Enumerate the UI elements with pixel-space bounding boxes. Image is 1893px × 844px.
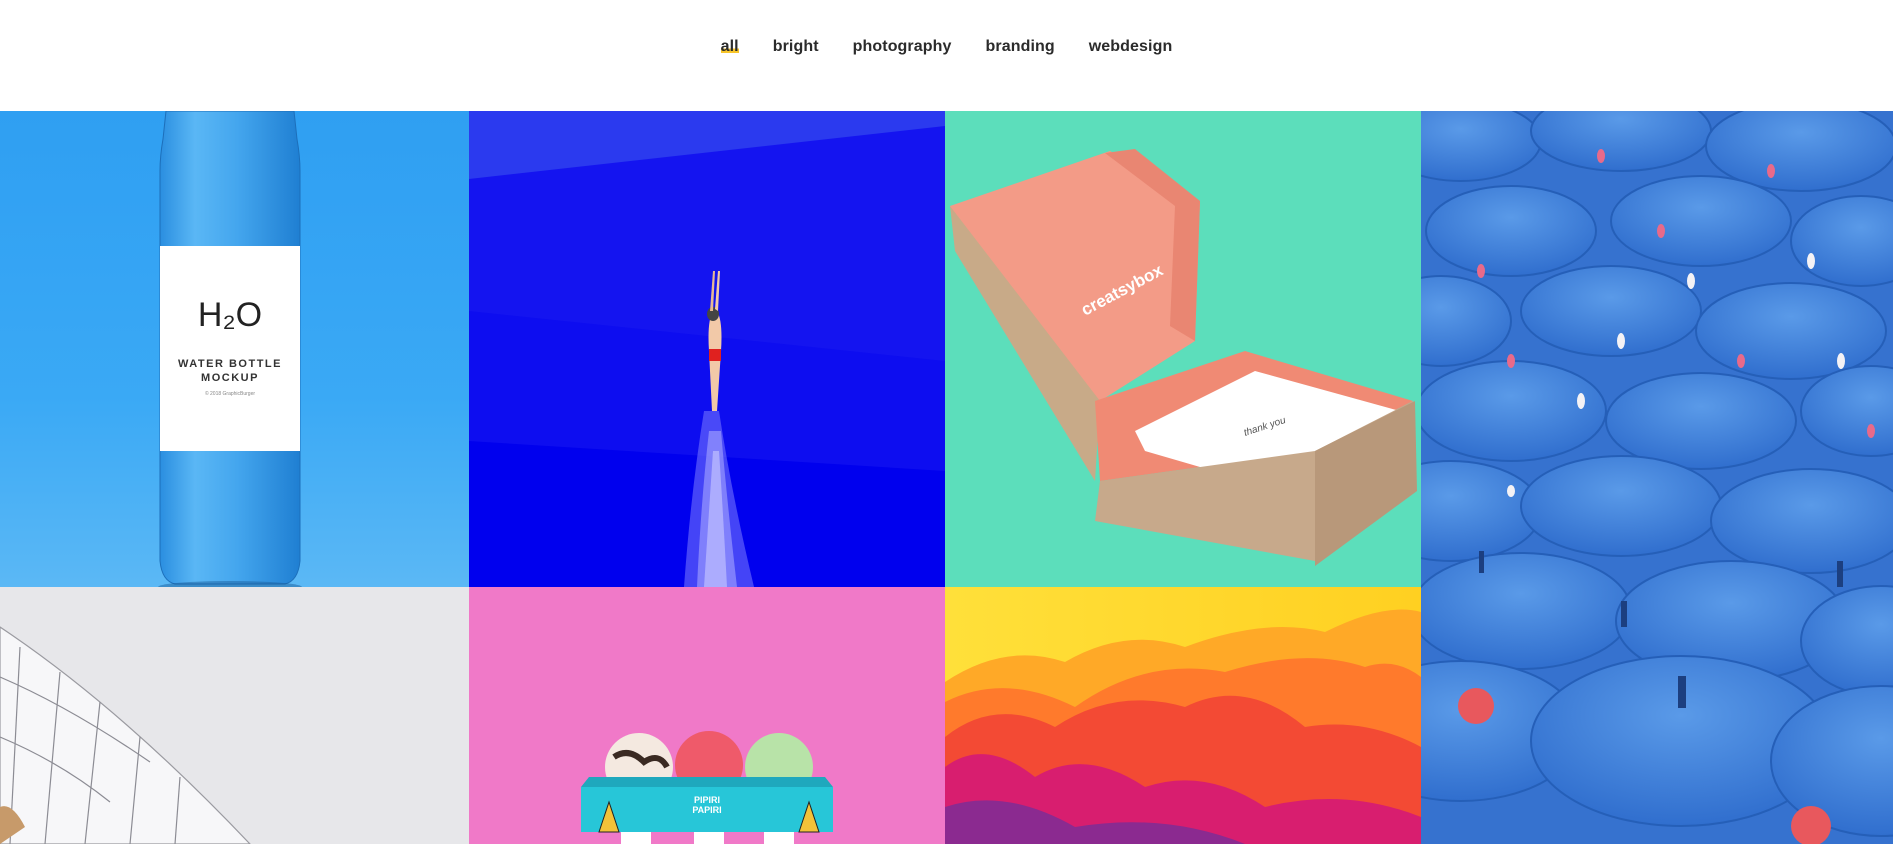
portfolio-item-gradient-mountains[interactable] — [945, 587, 1421, 844]
filter-bright[interactable]: bright — [773, 38, 819, 56]
water-bottle-image: H₂O WATER BOTTLE MOCKUP © 2018 GraphicBu… — [158, 111, 302, 587]
gradient-mountains-image — [945, 587, 1421, 844]
filter-label: all — [720, 38, 739, 55]
bottle-brand: H₂O — [198, 296, 262, 334]
filter-label: branding — [985, 38, 1055, 55]
filter-list: all bright photography branding webdesig… — [0, 38, 1893, 56]
filter-branding[interactable]: branding — [986, 38, 1055, 56]
filter-label: photography — [852, 38, 952, 55]
filter-label: bright — [772, 38, 819, 55]
filter-photography[interactable]: photography — [853, 38, 952, 56]
filter-label: webdesign — [1088, 38, 1173, 55]
architecture-photo — [0, 587, 469, 844]
bottle-line1: WATER BOTTLE — [178, 358, 282, 370]
icecream-brand-line1: PIPIRI — [694, 795, 720, 805]
portfolio-grid: H₂O WATER BOTTLE MOCKUP © 2018 GraphicBu… — [0, 111, 1893, 844]
bottle-line2: MOCKUP — [201, 372, 259, 384]
ice-cream-image: PIPIRI PAPIRI — [469, 587, 945, 844]
portfolio-item-architecture[interactable] — [0, 587, 469, 844]
portfolio-item-mailer-box[interactable]: creatsybox thank you — [945, 111, 1421, 587]
filter-all[interactable]: all — [720, 38, 739, 56]
filter-webdesign[interactable]: webdesign — [1089, 38, 1173, 56]
mailer-box-image: creatsybox thank you — [950, 149, 1417, 566]
portfolio-item-swimmer[interactable] — [469, 111, 945, 587]
portfolio-filter-nav: all bright photography branding webdesig… — [0, 0, 1893, 111]
portfolio-item-water-bottle[interactable]: H₂O WATER BOTTLE MOCKUP © 2018 GraphicBu… — [0, 111, 469, 587]
swimmer-illustration — [469, 111, 945, 587]
bottle-credit: © 2018 GraphicBurger — [205, 390, 255, 397]
umbrellas-photo — [1421, 111, 1893, 844]
icecream-brand-line2: PAPIRI — [692, 805, 721, 815]
portfolio-item-umbrellas[interactable] — [1421, 111, 1893, 844]
portfolio-item-ice-cream[interactable]: PIPIRI PAPIRI — [469, 587, 945, 844]
